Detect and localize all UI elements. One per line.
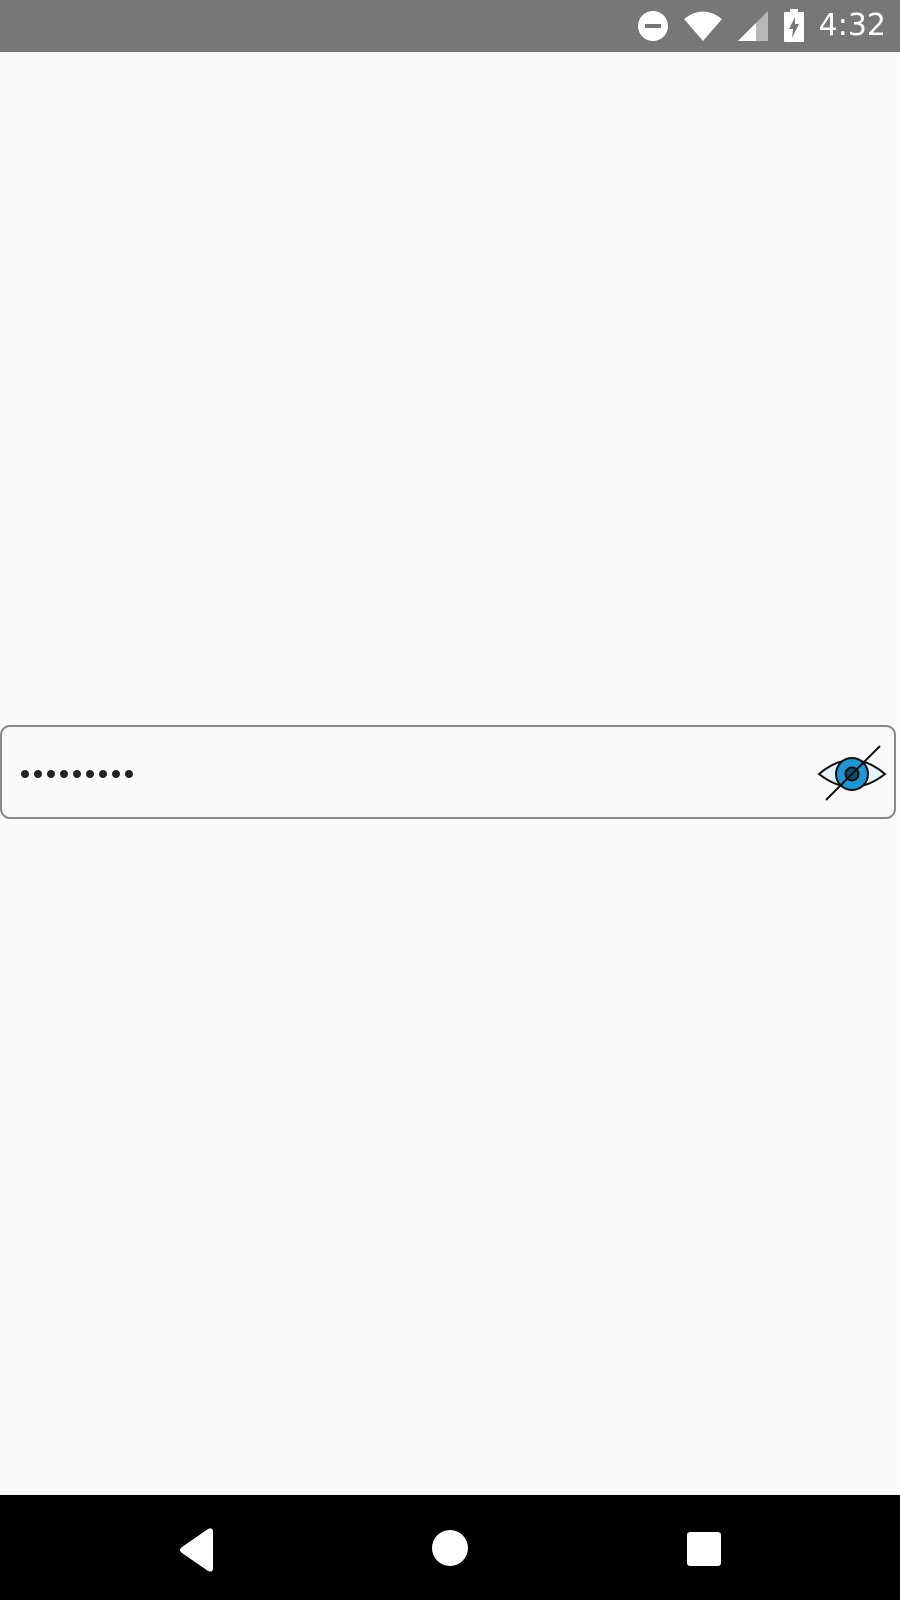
do-not-disturb-icon: [637, 11, 668, 41]
password-dot: [34, 770, 42, 778]
battery-charging-icon: [783, 9, 804, 42]
back-icon: [180, 1528, 213, 1572]
navigation-bar: [0, 1495, 900, 1600]
recents-button[interactable]: [643, 1495, 763, 1600]
content-area: •••••••••: [0, 52, 900, 1495]
home-icon: [432, 1530, 468, 1566]
toggle-password-visibility-button[interactable]: [816, 744, 888, 802]
password-dot: [112, 770, 120, 778]
password-dot: [99, 770, 107, 778]
back-button[interactable]: [137, 1495, 257, 1600]
status-time: 4:32: [818, 8, 886, 43]
password-dot: [60, 770, 68, 778]
password-field[interactable]: •••••••••: [0, 725, 896, 819]
eye-off-icon: [817, 745, 887, 801]
cellular-signal-icon: [737, 11, 768, 41]
password-dot: [21, 770, 29, 778]
password-mask: [21, 727, 133, 821]
password-dot: [86, 770, 94, 778]
home-button[interactable]: [390, 1495, 510, 1600]
wifi-icon: [683, 11, 722, 41]
password-dot: [125, 770, 133, 778]
recents-icon: [687, 1532, 721, 1566]
password-dot: [47, 770, 55, 778]
password-dot: [73, 770, 81, 778]
screen: 4:32 •••••••••: [0, 0, 900, 1600]
status-icons: 4:32: [637, 0, 886, 52]
status-bar: 4:32: [0, 0, 900, 52]
